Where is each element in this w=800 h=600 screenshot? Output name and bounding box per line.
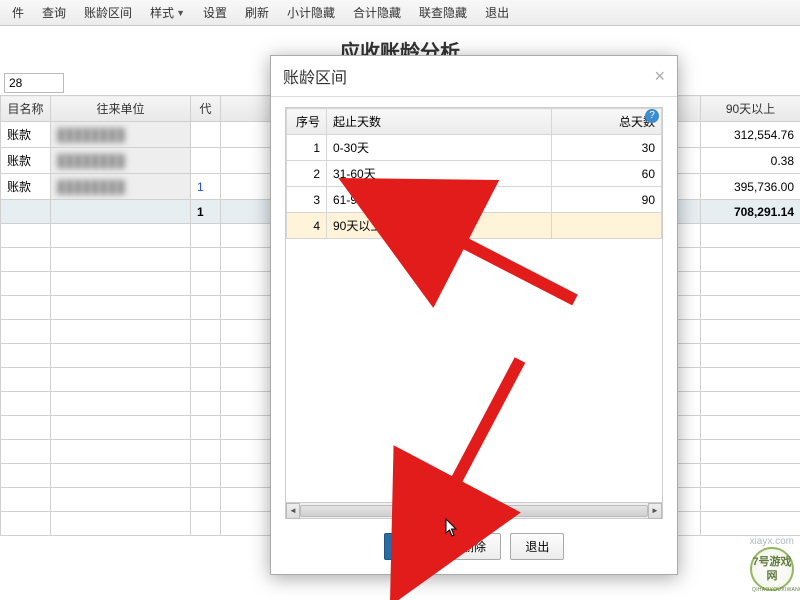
table-empty-area bbox=[286, 239, 662, 502]
dialog-title: 账龄区间 bbox=[283, 64, 347, 88]
add-button[interactable]: 增加 bbox=[384, 533, 438, 560]
modal-overlay: 账龄区间 × ? 序号 起止天数 总天数 1 bbox=[0, 0, 800, 600]
help-icon[interactable]: ? bbox=[645, 109, 659, 123]
range-row-active[interactable]: 4 90天以上! bbox=[287, 213, 662, 239]
col-seq[interactable]: 序号 bbox=[287, 109, 327, 135]
watermark: xiayx.com 7号游戏网 QIHAOYOUXIWANG bbox=[750, 536, 794, 594]
range-table: 序号 起止天数 总天数 1 0-30天 30 2 31- bbox=[286, 108, 662, 239]
range-row[interactable]: 2 31-60天 60 bbox=[287, 161, 662, 187]
scroll-thumb[interactable] bbox=[300, 505, 648, 517]
horizontal-scrollbar[interactable]: ◄ ► bbox=[286, 502, 662, 518]
aging-range-dialog: 账龄区间 × ? 序号 起止天数 总天数 1 bbox=[270, 55, 678, 575]
range-row[interactable]: 1 0-30天 30 bbox=[287, 135, 662, 161]
scroll-left-icon[interactable]: ◄ bbox=[286, 503, 300, 519]
dialog-header: 账龄区间 × bbox=[271, 56, 677, 97]
range-table-wrap: 序号 起止天数 总天数 1 0-30天 30 2 31- bbox=[285, 107, 663, 519]
exit-button[interactable]: 退出 bbox=[510, 533, 564, 560]
close-icon[interactable]: × bbox=[654, 66, 665, 87]
col-range[interactable]: 起止天数 bbox=[327, 109, 552, 135]
delete-button[interactable]: 删除 bbox=[447, 533, 501, 560]
range-row[interactable]: 3 61-90天 90 bbox=[287, 187, 662, 213]
watermark-badge-icon: 7号游戏网 QIHAOYOUXIWANG bbox=[750, 547, 794, 591]
scroll-right-icon[interactable]: ► bbox=[648, 503, 662, 519]
dialog-footer: 增加 删除 退出 bbox=[271, 523, 677, 574]
